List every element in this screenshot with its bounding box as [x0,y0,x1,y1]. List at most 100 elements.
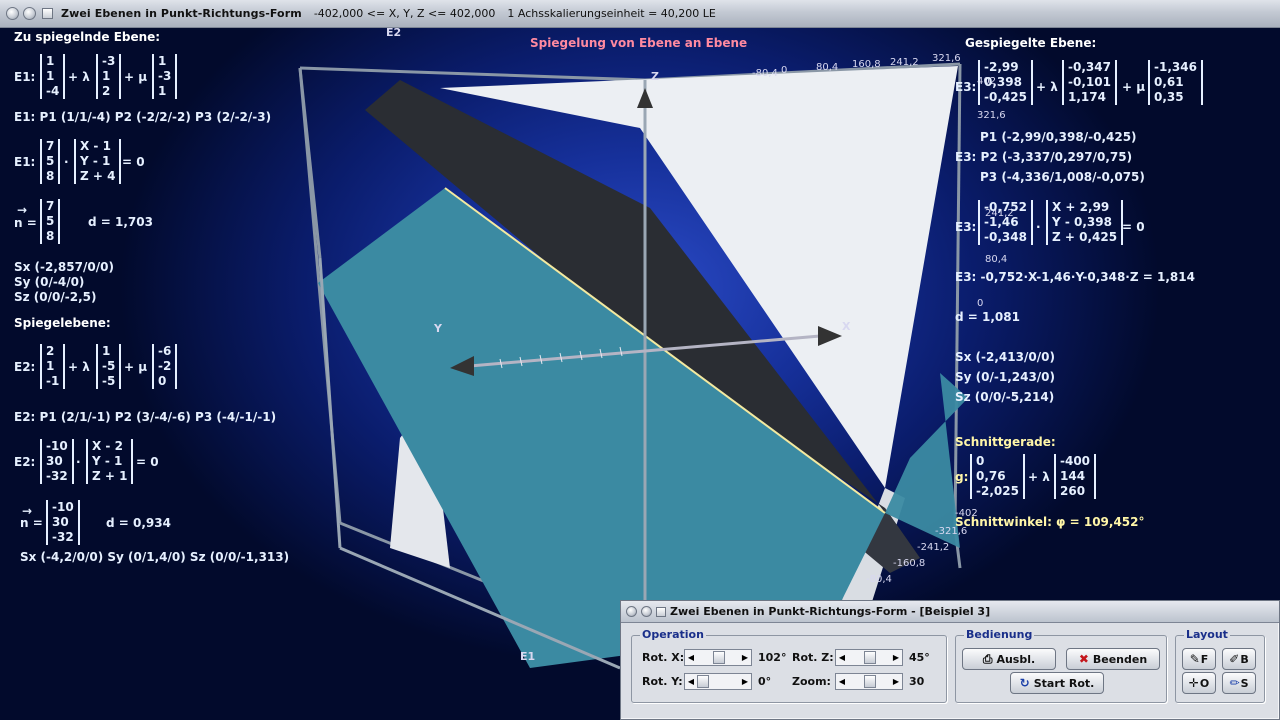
slider-left-arrow-icon[interactable]: ◀ [836,674,848,689]
tick-right: 0 [977,298,984,309]
e1-sz: Sz (0/0/-2,5) [14,290,97,304]
e1-label: E1 [520,650,536,663]
e1-n-vector: 758 [40,199,61,244]
window-menu-icon[interactable] [42,8,53,19]
left-heading-2: Spiegelebene: [14,316,111,330]
eq-zero: = 0 [1122,220,1145,234]
rot-x-slider[interactable]: ◀ ▶ [684,649,752,666]
tick-top: 0 [781,65,788,76]
plus-mu: + µ [124,70,148,84]
plus-lambda: + λ [1028,470,1050,484]
e3-dir1-vector: -0,347 -0,101 1,174 [1062,60,1117,105]
e3-point-vector: -2,99 0,398 -0,425 [978,60,1033,105]
start-rot-button[interactable]: ↻ Start Rot. [1010,672,1104,694]
slider-right-arrow-icon[interactable]: ▶ [890,650,902,665]
e2-n-vector: -10 30 -32 [46,500,80,545]
rot-x-value: 102° [758,651,787,664]
close-circle-icon[interactable] [626,606,637,617]
rot-y-label: Rot. Y: [642,675,683,688]
hide-icon: ⎙ [982,651,993,666]
e3-equation: E3: -0,752·X-1,46·Y-0,348·Z = 1,814 [955,270,1195,284]
window-menu-icon[interactable] [656,606,666,617]
n-label: n = [20,516,43,530]
zoom-slider[interactable]: ◀ ▶ [835,673,903,690]
dialog-title-bar: Zwei Ebenen in Punkt-Richtungs-Form - [B… [621,601,1279,623]
plus-lambda: + λ [68,70,90,84]
close-circle-icon[interactable] [6,7,19,20]
e2-intercepts: Sx (-4,2/0/0) Sy (0/1,4/0) Sz (0/0/-1,31… [20,550,290,564]
plus-lambda: + λ [68,360,90,374]
e2-dir2-vector: -6 -2 0 [152,344,178,389]
g-point-vector: 0 0,76 -2,025 [970,454,1025,499]
e3-label: E3: [955,220,977,234]
layout-b-button[interactable]: ✐ B [1222,648,1256,670]
e3-p2: E3: P2 (-3,337/0,297/0,75) [955,150,1133,164]
control-dialog: Zwei Ebenen in Punkt-Richtungs-Form - [B… [620,600,1280,720]
e2-dir1-vector: 1 -5 -5 [96,344,122,389]
beenden-button[interactable]: ✖ Beenden [1066,648,1160,670]
e2-distance: d = 0,934 [106,516,171,530]
layout-label: Layout [1184,628,1230,641]
e1-dir2-vector: 1 -3 1 [152,54,178,99]
ausbl-button[interactable]: ⎙ Ausbl. [962,648,1056,670]
layout-o-button[interactable]: ✛ O [1182,672,1216,694]
slider-right-arrow-icon[interactable]: ▶ [739,674,751,689]
tick-bottom: -80,4 [866,574,892,585]
e1-dir1-vector: -3 1 2 [96,54,122,99]
eq-zero: = 0 [122,155,145,169]
e3-normal-vector: -0,752 -1,46 -0,348 [978,200,1033,245]
right-heading: Gespiegelte Ebene: [965,36,1097,50]
left-heading-1: Zu spiegelnde Ebene: [14,30,161,44]
e2-label: E2 [386,26,402,39]
e3-label: E3: [955,80,977,94]
tick-right: 80,4 [985,254,1008,265]
close-x-icon: ✖ [1078,652,1089,666]
plus-mu: + µ [124,360,148,374]
slider-thumb[interactable] [864,675,876,688]
e3-sx: Sx (-2,413/0/0) [955,350,1055,364]
y-axis-label: Y [434,322,442,335]
slider-right-arrow-icon[interactable]: ▶ [890,674,902,689]
rot-y-value: 0° [758,675,772,688]
rot-z-slider[interactable]: ◀ ▶ [835,649,903,666]
layout-s-button[interactable]: ✏ S [1222,672,1256,694]
e3-sz: Sz (0/0/-5,214) [955,390,1055,404]
dot-operator: · [76,455,81,469]
operation-group: Operation Rot. X: ◀ ▶ 102° Rot. Z: ◀ ▶ 4… [631,628,947,703]
pen-icon: ✎ [1189,652,1200,666]
rot-y-slider[interactable]: ◀ ▶ [684,673,752,690]
slider-left-arrow-icon[interactable]: ◀ [685,650,697,665]
plus-lambda: + λ [1036,80,1058,94]
bedienung-label: Bedienung [964,628,1035,641]
g-dir-vector: -400 144 260 [1054,454,1097,499]
zoom-value: 30 [909,675,925,688]
layout-f-button[interactable]: ✎ F [1182,648,1216,670]
slider-thumb[interactable] [864,651,876,664]
x-axis-label: X [842,320,851,333]
tick-top: 80,4 [816,62,839,73]
origin-icon: ✛ [1188,676,1199,690]
main-title-bar: Zwei Ebenen in Punkt-Richtungs-Form -402… [0,0,1280,28]
rotate-icon: ↻ [1019,676,1030,690]
dot-operator: · [64,155,69,169]
tick-bottom: -241,2 [917,542,950,553]
e2-point-vector: 2 1 -1 [40,344,66,389]
minimize-circle-icon[interactable] [23,7,36,20]
zoom-label: Zoom: [792,675,831,688]
slider-thumb[interactable] [713,651,725,664]
minimize-circle-icon[interactable] [641,606,652,617]
rot-x-label: Rot. X: [642,651,685,664]
dialog-title: Zwei Ebenen in Punkt-Richtungs-Form - [B… [670,605,991,618]
e1-label: E1: [14,155,36,169]
e3-sy: Sy (0/-1,243/0) [955,370,1056,384]
slider-left-arrow-icon[interactable]: ◀ [836,650,848,665]
e1-xyz-vector: X - 1Y - 1Z + 4 [74,139,122,184]
tick-top: -80,4 [752,68,778,79]
window-title: Zwei Ebenen in Punkt-Richtungs-Form [61,7,302,20]
e2-xyz-vector: X - 2Y - 1Z + 1 [86,439,134,484]
slider-right-arrow-icon[interactable]: ▶ [739,650,751,665]
tick-top: 160,8 [852,59,881,70]
plus-mu: + µ [1122,80,1146,94]
slider-left-arrow-icon[interactable]: ◀ [685,674,697,689]
slider-thumb[interactable] [697,675,709,688]
